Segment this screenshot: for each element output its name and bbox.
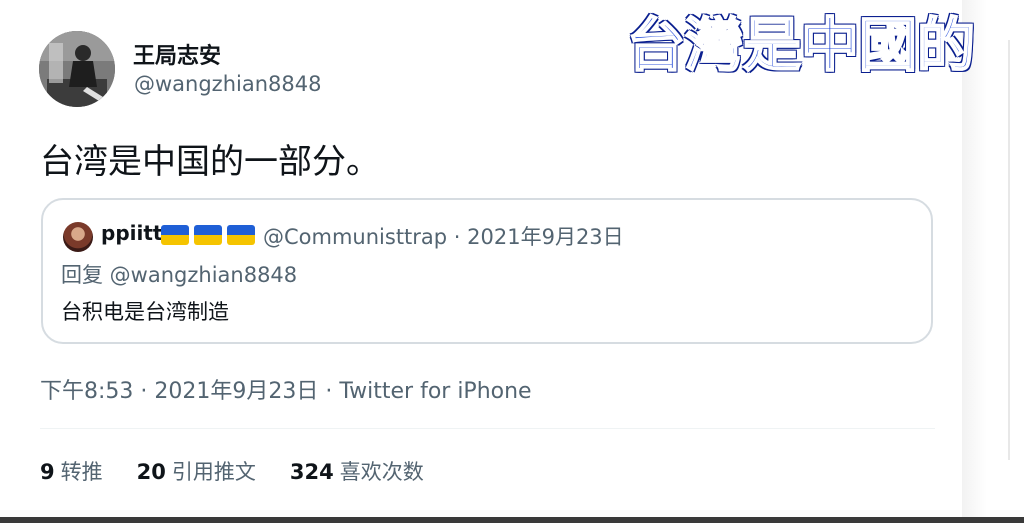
tweet-text: 台湾是中国的一部分。 [40, 142, 380, 182]
likes-label: 喜欢次数 [339, 460, 424, 484]
quoted-author-flags [161, 225, 255, 245]
ukraine-flag-icon [161, 225, 189, 245]
author-avatar[interactable] [39, 31, 115, 107]
ukraine-flag-icon [194, 225, 222, 245]
screenshot-edge-line [1008, 40, 1010, 460]
likes-stat[interactable]: 324 喜欢次数 [290, 456, 424, 486]
quotes-stat[interactable]: 20 引用推文 [137, 456, 256, 486]
quotes-label: 引用推文 [171, 460, 256, 484]
stats-divider [40, 428, 935, 429]
quoted-author-name[interactable]: ppiitt [101, 221, 162, 245]
quotes-count: 20 [136, 460, 166, 484]
quoted-handle-and-date[interactable]: @Communisttrap · 2021年9月23日 [263, 221, 624, 251]
retweets-stat[interactable]: 9 转推 [40, 456, 103, 486]
avatar-photo-icon [39, 31, 115, 107]
ukraine-flag-icon [227, 225, 255, 245]
tweet-timestamp-source[interactable]: 下午8:53 · 2021年9月23日 · Twitter for iPhone [40, 373, 532, 405]
author-display-name[interactable]: 王局志安 [133, 38, 221, 70]
retweets-label: 转推 [60, 460, 103, 484]
author-handle[interactable]: @wangzhian8848 [134, 72, 321, 96]
likes-count: 324 [289, 460, 334, 484]
engagement-stats: 9 转推 20 引用推文 324 喜欢次数 [40, 456, 424, 486]
quoted-tweet-card[interactable]: ppiitt @Communisttrap · 2021年9月23日 回复 @w… [41, 198, 933, 344]
quoted-tweet-text: 台积电是台湾制造 [61, 300, 229, 324]
quoted-reply-to[interactable]: 回复 @wangzhian8848 [61, 259, 297, 289]
overlay-caption: 台灣是中國的 [626, 10, 976, 80]
retweets-count: 9 [40, 460, 55, 484]
bottom-edge-bar [0, 517, 1024, 523]
quoted-author-avatar[interactable] [63, 222, 93, 252]
